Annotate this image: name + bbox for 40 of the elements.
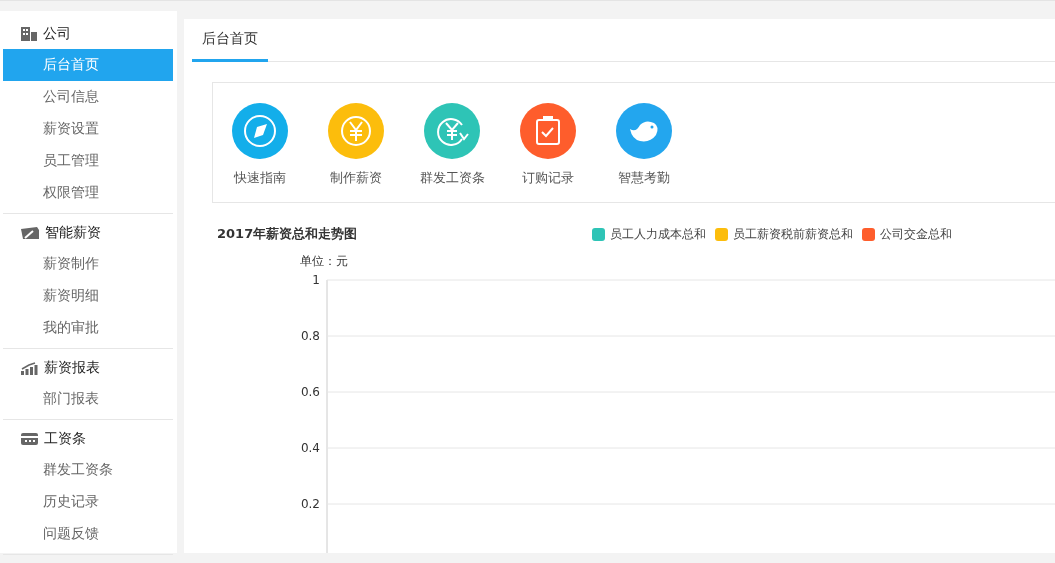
y-tick-label: 0.4: [300, 441, 320, 455]
clipboard-check-icon[interactable]: [520, 103, 576, 160]
sidebar-group-title[interactable]: 工资条: [44, 430, 86, 448]
y-tick-label: 0.8: [300, 329, 320, 343]
sidebar-item[interactable]: 我的审批: [3, 312, 173, 344]
bar-chart-icon: [21, 361, 38, 375]
bird-icon[interactable]: [616, 103, 672, 160]
sidebar-item[interactable]: 部门报表: [3, 383, 173, 415]
sidebar-item[interactable]: 权限管理: [3, 177, 173, 209]
y-tick-label: 0.2: [300, 497, 320, 511]
y-axis-label: 单位：元: [300, 253, 348, 270]
sidebar-item[interactable]: 问题反馈: [3, 518, 173, 550]
shortcut-label[interactable]: 快速指南: [234, 169, 286, 188]
sidebar-item[interactable]: 群发工资条: [3, 454, 173, 486]
compass-icon[interactable]: [232, 103, 288, 160]
sidebar-item[interactable]: 员工管理: [3, 145, 173, 177]
sidebar-item[interactable]: 公司信息: [3, 81, 173, 113]
card-icon: [21, 433, 38, 445]
shortcut-label[interactable]: 智慧考勤: [618, 169, 670, 188]
sidebar-group-title[interactable]: 智能薪资: [45, 224, 101, 242]
shortcut-label[interactable]: 群发工资条: [419, 169, 485, 188]
sidebar-item[interactable]: 薪资制作: [3, 248, 173, 280]
sidebar-group-title[interactable]: 公司: [43, 25, 71, 43]
legend-label[interactable]: 员工薪资税前薪资总和: [733, 225, 853, 243]
yuan-refresh-icon[interactable]: [424, 103, 480, 160]
shortcut-label[interactable]: 订购记录: [522, 169, 574, 188]
yuan-coin-icon[interactable]: [328, 103, 384, 160]
tab[interactable]: 后台首页: [192, 19, 268, 63]
legend-label[interactable]: 员工人力成本总和: [610, 225, 706, 243]
y-tick-label: 1: [312, 273, 320, 287]
sidebar-item[interactable]: 历史记录: [3, 486, 173, 518]
legend-label[interactable]: 公司交金总和: [880, 225, 952, 243]
sidebar-group-title[interactable]: 薪资报表: [44, 359, 100, 377]
building-icon: [21, 27, 37, 41]
y-tick-label: 0.6: [300, 385, 320, 399]
chart-title: 2017年薪资总和走势图: [217, 225, 359, 243]
shortcut-label[interactable]: 制作薪资: [330, 169, 382, 188]
sidebar-item[interactable]: 薪资明细: [3, 280, 173, 312]
sidebar-item[interactable]: 薪资设置: [3, 113, 173, 145]
wallet-icon: [21, 227, 39, 239]
